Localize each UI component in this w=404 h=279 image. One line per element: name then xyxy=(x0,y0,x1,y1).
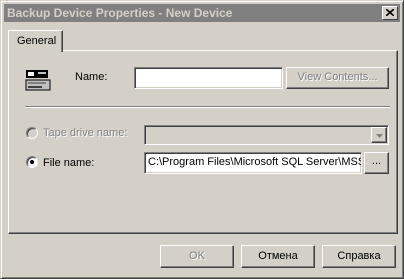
backup-device-icon xyxy=(25,68,51,92)
file-name-radio[interactable] xyxy=(26,156,38,168)
tape-drive-label: Tape drive name: xyxy=(43,127,128,139)
close-icon xyxy=(386,9,394,16)
tab-general[interactable]: General xyxy=(8,30,63,52)
tab-general-label: General xyxy=(17,35,57,47)
cancel-button[interactable]: Отмена xyxy=(241,245,315,268)
tape-drive-radio[interactable] xyxy=(26,127,38,139)
title-bar[interactable]: Backup Device Properties - New Device xyxy=(4,4,400,22)
name-label: Name: xyxy=(75,71,108,83)
file-name-label: File name: xyxy=(43,157,95,169)
file-name-input[interactable]: C:\Program Files\Microsoft SQL Server\MS… xyxy=(144,152,362,174)
help-button[interactable]: Справка xyxy=(322,245,396,268)
view-contents-button[interactable]: View Contents... xyxy=(286,67,389,89)
close-button[interactable] xyxy=(382,6,398,20)
tape-drive-dropdown-button[interactable] xyxy=(371,127,387,143)
ok-button[interactable]: OK xyxy=(160,245,234,268)
separator xyxy=(25,106,390,108)
tape-drive-select[interactable] xyxy=(144,125,389,145)
chevron-down-icon xyxy=(376,134,383,138)
radio-selected-dot xyxy=(30,160,34,164)
window-title: Backup Device Properties - New Device xyxy=(7,6,233,20)
name-input[interactable] xyxy=(134,67,283,89)
dialog-window: Backup Device Properties - New Device Ge… xyxy=(0,0,404,279)
browse-button[interactable]: ... xyxy=(364,152,389,174)
